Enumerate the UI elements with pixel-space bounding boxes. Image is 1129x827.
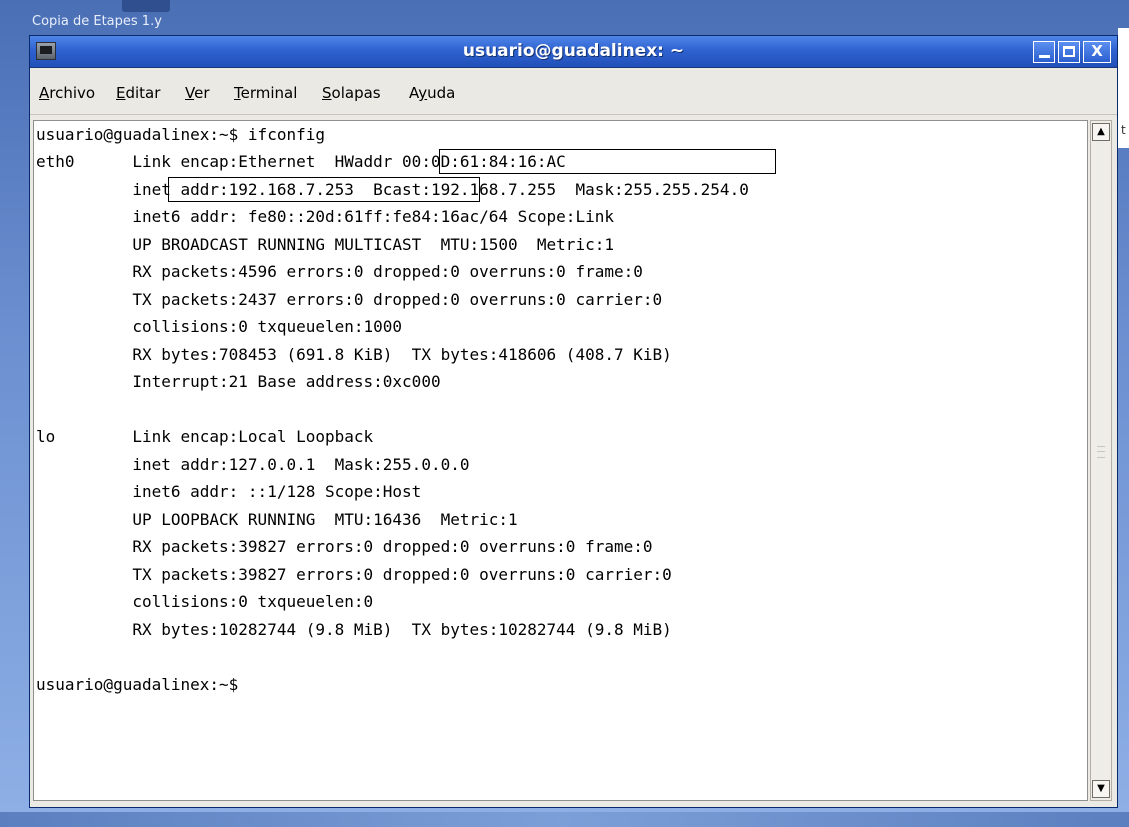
terminal-line: Interrupt:21 Base address:0xc000 (36, 372, 441, 391)
scroll-grip-icon[interactable] (1097, 446, 1105, 458)
hwaddr-highlight-box (439, 149, 776, 174)
close-button[interactable]: X (1083, 41, 1111, 63)
menu-ver[interactable]: Ver (185, 84, 210, 102)
background-window-text: t (1121, 123, 1126, 137)
maximize-icon (1063, 46, 1075, 57)
maximize-button[interactable] (1058, 41, 1080, 63)
terminal-line: UP BROADCAST RUNNING MULTICAST MTU:1500 … (36, 235, 614, 254)
menu-terminal[interactable]: Terminal (234, 84, 297, 102)
desktop-bottom-strip (0, 812, 1129, 827)
terminal-line: usuario@guadalinex:~$ ifconfig (36, 125, 325, 144)
scroll-up-icon[interactable]: ▲ (1092, 123, 1110, 141)
desktop-background-label: Copia de Etapes 1.y (32, 14, 162, 29)
menu-solapas[interactable]: Solapas (322, 84, 381, 102)
terminal-line: inet6 addr: ::1/128 Scope:Host (36, 482, 422, 501)
terminal-line: RX packets:4596 errors:0 dropped:0 overr… (36, 262, 643, 281)
window-title: usuario@guadalinex: ~ (462, 41, 685, 61)
terminal-output[interactable]: usuario@guadalinex:~$ ifconfig eth0 Link… (33, 120, 1088, 801)
terminal-line: RX bytes:10282744 (9.8 MiB) TX bytes:102… (36, 620, 672, 639)
terminal-line: UP LOOPBACK RUNNING MTU:16436 Metric:1 (36, 510, 518, 529)
minimize-icon (1039, 55, 1050, 58)
inet-addr-highlight-box (168, 177, 480, 202)
menu-editar[interactable]: Editar (116, 84, 160, 102)
terminal-line: RX bytes:708453 (691.8 KiB) TX bytes:418… (36, 345, 672, 364)
terminal-line: TX packets:2437 errors:0 dropped:0 overr… (36, 290, 663, 309)
terminal-line: TX packets:39827 errors:0 dropped:0 over… (36, 565, 672, 584)
terminal-line: collisions:0 txqueuelen:0 (36, 592, 374, 611)
terminal-line: lo Link encap:Local Loopback (36, 427, 374, 446)
minimize-button[interactable] (1033, 41, 1055, 63)
terminal-line: RX packets:39827 errors:0 dropped:0 over… (36, 537, 653, 556)
terminal-line: inet addr:127.0.0.1 Mask:255.0.0.0 (36, 455, 470, 474)
menu-bar: Archivo Editar Ver Terminal Solapas Ayud… (30, 68, 1117, 115)
terminal-prompt: usuario@guadalinex:~$ (36, 675, 239, 694)
terminal-line: collisions:0 txqueuelen:1000 (36, 317, 403, 336)
terminal-line: inet6 addr: fe80::20d:61ff:fe84:16ac/64 … (36, 207, 614, 226)
menu-archivo[interactable]: Archivo (39, 84, 95, 102)
scroll-down-icon[interactable]: ▼ (1092, 780, 1110, 798)
title-bar[interactable]: usuario@guadalinex: ~ X (30, 36, 1117, 68)
background-window-edge: t (1118, 28, 1129, 148)
menu-ayuda[interactable]: Ayuda (409, 84, 455, 102)
vertical-scrollbar[interactable]: ▲ ▼ (1090, 120, 1112, 801)
terminal-window: usuario@guadalinex: ~ X Archivo Editar V… (29, 35, 1118, 808)
desktop-tab (122, 0, 170, 12)
close-icon: X (1091, 42, 1103, 60)
